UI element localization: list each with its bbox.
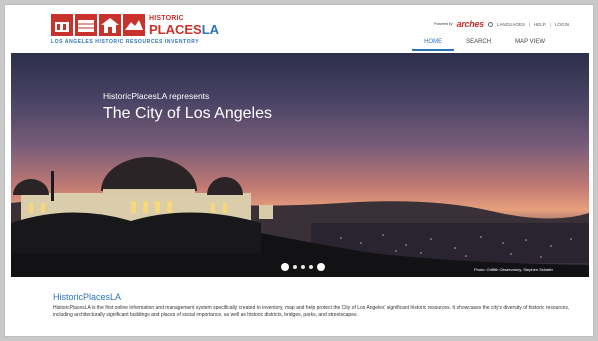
about-title: HistoricPlacesLA — [53, 292, 122, 302]
site-header: HISTORIC PLACESLA LOS ANGELES HISTORIC R… — [5, 5, 593, 53]
page-frame: HISTORIC PLACESLA LOS ANGELES HISTORIC R… — [4, 4, 594, 337]
logo-tile-4 — [123, 14, 145, 36]
carousel-indicators — [281, 263, 325, 271]
about-section: HistoricPlacesLA HistoricPlacesLA is the… — [53, 292, 573, 319]
logo-places-text: PLACES — [149, 22, 202, 37]
photo-credit: Photo: Griffith Observatory, Stephen Sch… — [473, 267, 553, 272]
logo-la: LA — [201, 22, 220, 37]
nav-map-view[interactable]: MAP VIEW — [503, 36, 557, 51]
carousel-dot-5[interactable] — [317, 263, 325, 271]
utility-bar: Powered by arches LANGUAGES | HELP | LOG… — [434, 19, 569, 29]
logo-wordmark: HISTORIC PLACESLA — [149, 15, 219, 36]
powered-by-label: Powered by — [434, 22, 453, 26]
carousel-dot-3[interactable] — [301, 265, 305, 269]
languages-link[interactable]: LANGUAGES — [497, 22, 525, 27]
main-nav: HOME SEARCH MAP VIEW — [412, 36, 557, 51]
hero-title: The City of Los Angeles — [103, 105, 272, 122]
separator: | — [549, 21, 551, 27]
logo-tiles — [51, 14, 145, 36]
help-link[interactable]: HELP — [534, 22, 546, 27]
logo-tile-1 — [51, 14, 73, 36]
login-link[interactable]: LOGIN — [555, 22, 569, 27]
carousel-dot-2[interactable] — [293, 265, 297, 269]
logo-places: PLACESLA — [149, 23, 219, 36]
hero-carousel[interactable]: HistoricPlacesLA represents The City of … — [11, 53, 589, 277]
arches-logo[interactable]: arches — [457, 19, 485, 29]
nav-home[interactable]: HOME — [412, 36, 455, 51]
carousel-dot-4[interactable] — [309, 265, 313, 269]
logo-tile-3 — [99, 14, 121, 36]
logo-tile-2 — [75, 14, 97, 36]
hero-photo — [11, 157, 589, 277]
logo-tagline: LOS ANGELES HISTORIC RESOURCES INVENTORY — [51, 39, 200, 45]
nav-search[interactable]: SEARCH — [454, 36, 503, 51]
globe-icon — [487, 21, 493, 27]
separator: | — [528, 21, 531, 27]
carousel-dot-1[interactable] — [281, 263, 289, 271]
about-body: HistoricPlacesLA is the first online inf… — [53, 305, 570, 318]
hero-subtitle: HistoricPlacesLA represents — [103, 91, 210, 101]
site-logo[interactable]: HISTORIC PLACESLA LOS ANGELES HISTORIC R… — [51, 14, 219, 46]
